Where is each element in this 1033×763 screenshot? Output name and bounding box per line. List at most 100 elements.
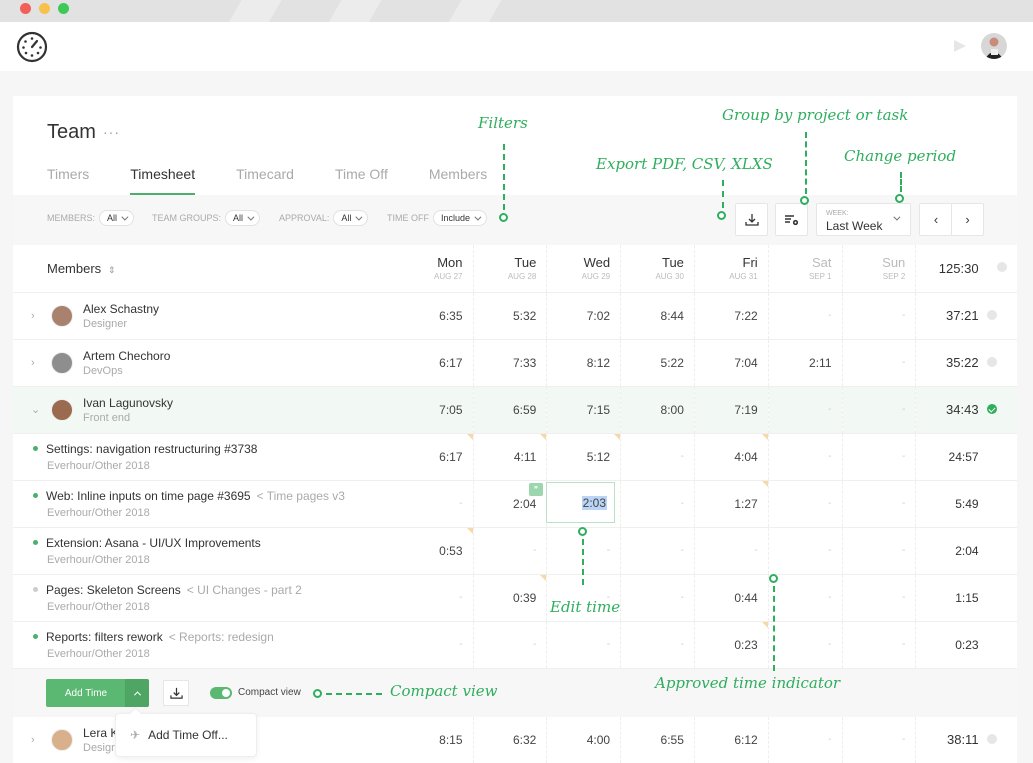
add-time-menu-toggle[interactable]	[125, 679, 149, 707]
time-cell[interactable]: -	[620, 621, 695, 669]
time-cell[interactable]: 6:17	[399, 433, 474, 481]
approve-check-icon[interactable]	[986, 733, 997, 744]
filter-time-off-select[interactable]: Include	[433, 210, 488, 226]
time-cell[interactable]: -	[842, 386, 917, 434]
next-period-button[interactable]: ›	[951, 203, 984, 236]
week-selector[interactable]: WEEK: Last Week	[816, 203, 911, 236]
time-cell[interactable]: -	[768, 386, 843, 434]
time-cell[interactable]: 6:12	[694, 716, 769, 763]
previous-period-button[interactable]: ‹	[919, 203, 952, 236]
time-cell[interactable]: -	[842, 621, 917, 669]
time-cell[interactable]: -	[399, 621, 474, 669]
time-cell[interactable]: 7:05	[399, 386, 474, 434]
time-cell[interactable]: -	[768, 433, 843, 481]
time-cell[interactable]: 7:15	[546, 386, 622, 434]
time-cell[interactable]: 6:35	[399, 292, 474, 340]
member-row[interactable]: › Artem Chechoro DevOps 6:17 7:33 8:12 5:22…	[13, 339, 1017, 387]
add-time-button[interactable]: Add Time	[46, 679, 126, 707]
time-cell[interactable]: -	[620, 480, 695, 528]
time-cell[interactable]: -	[842, 292, 917, 340]
time-cell[interactable]: 4:04	[694, 433, 769, 481]
time-cell[interactable]: 8:12	[546, 339, 622, 387]
approve-all-icon[interactable]	[996, 262, 1007, 273]
close-window-button[interactable]	[20, 3, 31, 14]
time-cell[interactable]: -	[399, 480, 474, 528]
chevron-right-icon[interactable]: ›	[31, 734, 51, 746]
time-cell[interactable]: -	[694, 527, 769, 575]
tab-time-off[interactable]: Time Off	[335, 166, 388, 194]
time-cell[interactable]: 0:44	[694, 574, 769, 622]
filter-members-select[interactable]: All	[99, 210, 135, 226]
time-cell[interactable]: -	[842, 433, 917, 481]
time-cell[interactable]: 2:11	[768, 339, 843, 387]
time-cell[interactable]: 6:32	[473, 716, 548, 763]
time-cell[interactable]: 5:22	[620, 339, 695, 387]
time-cell[interactable]: 7:19	[694, 386, 769, 434]
time-cell[interactable]: -	[473, 527, 548, 575]
time-cell[interactable]: -	[620, 574, 695, 622]
time-cell[interactable]: 1:27	[694, 480, 769, 528]
task-parent[interactable]: < UI Changes - part 2	[187, 583, 302, 597]
approve-check-icon[interactable]	[986, 356, 997, 367]
compact-view-toggle[interactable]	[210, 687, 232, 699]
time-cell[interactable]: -	[546, 621, 622, 669]
stopwatch-dots-icon[interactable]	[16, 31, 48, 63]
time-cell[interactable]: -	[842, 339, 917, 387]
approve-check-icon[interactable]	[986, 309, 997, 320]
time-cell[interactable]: -	[842, 574, 917, 622]
task-title[interactable]: Web: Inline inputs on time page #3695	[46, 489, 251, 503]
members-column-header[interactable]: Members ⇕	[13, 245, 400, 293]
time-cell[interactable]: 8:00	[620, 386, 695, 434]
time-cell[interactable]: 4:00	[546, 716, 622, 763]
time-cell[interactable]: -	[768, 292, 843, 340]
task-parent[interactable]: < Time pages v3	[257, 489, 345, 503]
bell-icon[interactable]	[952, 38, 968, 54]
approve-check-icon[interactable]	[986, 403, 997, 414]
user-avatar[interactable]	[981, 33, 1007, 59]
member-row[interactable]: ⌄ Ivan Lagunovsky Front end 7:05 6:59 7:15…	[13, 386, 1017, 434]
time-cell[interactable]: 7:33	[473, 339, 548, 387]
time-cell[interactable]: -	[620, 527, 695, 575]
time-cell[interactable]: -	[842, 716, 917, 763]
maximize-window-button[interactable]	[58, 3, 69, 14]
tab-timers[interactable]: Timers	[47, 166, 89, 194]
task-title[interactable]: Pages: Skeleton Screens	[46, 583, 181, 597]
comment-icon[interactable]: ❞	[529, 483, 543, 496]
export-button[interactable]	[735, 203, 768, 236]
more-options-button[interactable]: ···	[103, 124, 120, 140]
download-button[interactable]	[163, 680, 189, 706]
time-cell[interactable]: 5:32	[473, 292, 548, 340]
time-cell[interactable]: -	[842, 480, 917, 528]
chevron-right-icon[interactable]: ›	[31, 357, 51, 369]
task-title[interactable]: Settings: navigation restructuring #3738	[46, 442, 257, 456]
time-cell[interactable]: -	[768, 527, 843, 575]
task-title[interactable]: Extension: Asana - UI/UX Improvements	[46, 536, 261, 550]
filter-team-groups-select[interactable]: All	[225, 210, 261, 226]
time-cell[interactable]: -	[768, 716, 843, 763]
time-cell[interactable]: 8:44	[620, 292, 695, 340]
time-cell[interactable]: -	[842, 527, 917, 575]
time-cell[interactable]: 7:02	[546, 292, 622, 340]
chevron-right-icon[interactable]: ›	[31, 310, 51, 322]
time-cell[interactable]: -	[473, 621, 548, 669]
minimize-window-button[interactable]	[39, 3, 50, 14]
member-row[interactable]: › Alex Schastny Designer 6:35 5:32 7:02 8:4…	[13, 292, 1017, 340]
tab-members[interactable]: Members	[429, 166, 487, 194]
time-edit-value[interactable]: 2:03	[581, 496, 607, 510]
group-by-button[interactable]	[775, 203, 808, 236]
time-cell[interactable]: 8:15	[399, 716, 474, 763]
sort-icon[interactable]: ⇕	[108, 265, 116, 275]
time-edit-input[interactable]: 2:03	[546, 482, 615, 523]
time-cell[interactable]: -	[768, 621, 843, 669]
tab-timesheet[interactable]: Timesheet	[130, 166, 195, 195]
time-cell[interactable]: 5:12	[546, 433, 622, 481]
time-cell[interactable]: -	[399, 574, 474, 622]
time-cell[interactable]: 0:53	[399, 527, 474, 575]
time-cell[interactable]: -	[768, 480, 843, 528]
time-cell[interactable]: 0:39	[473, 574, 548, 622]
time-cell[interactable]: -	[768, 574, 843, 622]
filter-approval-select[interactable]: All	[333, 210, 369, 226]
tab-timecard[interactable]: Timecard	[236, 166, 294, 194]
add-time-off-menu-item[interactable]: Add Time Off...	[148, 728, 228, 742]
time-cell[interactable]: 6:55	[620, 716, 695, 763]
